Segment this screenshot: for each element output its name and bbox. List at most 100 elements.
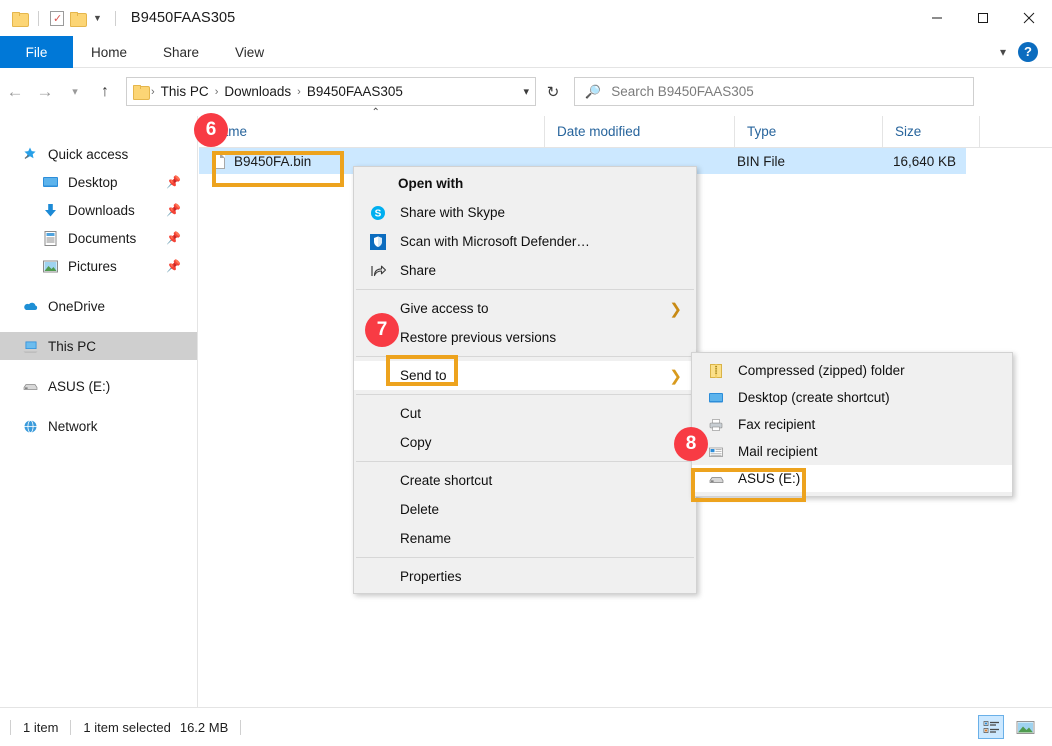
- file-name: B9450FA.bin: [234, 153, 312, 169]
- menu-item-label: Scan with Microsoft Defender…: [400, 234, 590, 249]
- details-view-button[interactable]: [978, 715, 1004, 739]
- menu-item-send-to[interactable]: Send to ❯: [354, 361, 696, 390]
- breadcrumb-item-this-pc[interactable]: This PC: [158, 84, 212, 99]
- quick-access-toolbar: ✓ ▼: [0, 10, 121, 27]
- sidebar-item-label: Desktop: [68, 174, 118, 190]
- menu-item-copy[interactable]: Copy: [354, 428, 696, 457]
- status-bar: 1 item 1 item selected 16.2 MB: [0, 707, 1052, 746]
- submenu-item-fax-recipient[interactable]: Fax recipient: [692, 411, 1012, 438]
- tab-file[interactable]: File: [0, 36, 73, 68]
- breadcrumb-separator: ›: [297, 85, 301, 98]
- zip-folder-icon: [706, 363, 726, 379]
- submenu-item-label: Mail recipient: [738, 444, 818, 459]
- folder-icon[interactable]: [70, 11, 87, 27]
- sidebar-item-network[interactable]: Network: [0, 412, 197, 440]
- pin-icon[interactable]: 📌: [166, 175, 181, 189]
- submenu-item-mail-recipient[interactable]: Mail recipient: [692, 438, 1012, 465]
- minimize-button[interactable]: [914, 0, 960, 36]
- refresh-button[interactable]: ↻: [538, 83, 568, 101]
- submenu-item-label: Desktop (create shortcut): [738, 390, 890, 405]
- maximize-button[interactable]: [960, 0, 1006, 36]
- divider: [70, 719, 72, 735]
- breadcrumb-item-downloads[interactable]: Downloads: [221, 84, 294, 99]
- forward-button[interactable]: →: [30, 82, 60, 102]
- menu-item-delete[interactable]: Delete: [354, 495, 696, 524]
- menu-item-label: Send to: [400, 368, 447, 383]
- pin-icon[interactable]: 📌: [166, 231, 181, 245]
- search-input[interactable]: 🔍 Search B9450FAAS305: [574, 77, 974, 106]
- folder-icon: [12, 11, 29, 27]
- sidebar-item-downloads[interactable]: Downloads 📌: [0, 196, 197, 224]
- sidebar-item-this-pc[interactable]: This PC: [0, 332, 197, 360]
- column-header-date-modified[interactable]: Date modified: [544, 115, 734, 148]
- sort-ascending-icon: ⌃: [371, 106, 380, 118]
- breadcrumb[interactable]: › This PC › Downloads › B9450FAAS305 ▾: [126, 77, 536, 106]
- chevron-down-icon[interactable]: ▾: [1000, 45, 1006, 59]
- tab-share[interactable]: Share: [145, 36, 217, 68]
- submenu-item-label: Compressed (zipped) folder: [738, 363, 905, 378]
- sidebar-item-quick-access[interactable]: Quick access: [0, 140, 197, 168]
- pin-icon[interactable]: 📌: [166, 259, 181, 273]
- submenu-item-label: Fax recipient: [738, 417, 816, 432]
- column-header-name[interactable]: ⌃ Name: [199, 107, 544, 148]
- column-header-size[interactable]: Size: [882, 115, 979, 148]
- chevron-right-icon: ❯: [669, 367, 682, 385]
- menu-separator: [356, 356, 694, 357]
- skype-icon: S: [368, 205, 388, 221]
- menu-item-share-with-skype[interactable]: S Share with Skype: [354, 198, 696, 227]
- large-icons-view-button[interactable]: [1012, 715, 1038, 739]
- step-badge-7: 7: [365, 313, 399, 347]
- navigation-pane: Quick access Desktop 📌 Downloads 📌 Docum…: [0, 116, 198, 707]
- menu-item-scan-with-defender[interactable]: Scan with Microsoft Defender…: [354, 227, 696, 256]
- sidebar-item-label: Downloads: [68, 202, 135, 218]
- submenu-item-desktop-shortcut[interactable]: Desktop (create shortcut): [692, 384, 1012, 411]
- recent-locations-button[interactable]: ▾: [60, 85, 90, 98]
- menu-item-restore-previous-versions[interactable]: Restore previous versions: [354, 323, 696, 352]
- menu-separator: [356, 289, 694, 290]
- window-controls: [914, 0, 1052, 36]
- fax-icon: [706, 417, 726, 433]
- caret-down-icon[interactable]: ▼: [93, 13, 102, 23]
- sidebar-item-asus-e[interactable]: ASUS (E:): [0, 372, 197, 400]
- submenu-item-asus-e[interactable]: ASUS (E:): [692, 465, 1012, 492]
- sidebar-item-desktop[interactable]: Desktop 📌: [0, 168, 197, 196]
- divider: [10, 719, 11, 735]
- sidebar-item-documents[interactable]: Documents 📌: [0, 224, 197, 252]
- chevron-right-icon: ❯: [669, 300, 682, 318]
- send-to-submenu: Compressed (zipped) folder Desktop (crea…: [691, 352, 1013, 497]
- search-placeholder: Search B9450FAAS305: [611, 84, 754, 99]
- sidebar-item-pictures[interactable]: Pictures 📌: [0, 252, 197, 280]
- file-icon: [212, 153, 225, 169]
- menu-item-label: Share: [400, 263, 437, 278]
- status-selection: 1 item selected: [83, 719, 171, 735]
- divider: [240, 719, 242, 735]
- menu-item-share[interactable]: Share: [354, 256, 696, 285]
- menu-item-give-access-to[interactable]: Give access to ❯: [354, 294, 696, 323]
- pin-icon[interactable]: 📌: [166, 203, 181, 217]
- close-button[interactable]: [1006, 0, 1052, 36]
- chevron-down-icon[interactable]: ▾: [523, 85, 529, 98]
- column-header-type[interactable]: Type: [734, 115, 882, 148]
- help-icon[interactable]: ?: [1018, 41, 1038, 62]
- share-arrow-icon: [368, 263, 388, 279]
- menu-item-rename[interactable]: Rename: [354, 524, 696, 553]
- search-icon: 🔍: [585, 83, 602, 99]
- menu-item-properties[interactable]: Properties: [354, 562, 696, 591]
- menu-item-label: Cut: [400, 406, 422, 421]
- menu-item-create-shortcut[interactable]: Create shortcut: [354, 466, 696, 495]
- up-button[interactable]: ↑: [90, 83, 120, 101]
- column-label: Date modified: [557, 124, 641, 139]
- menu-item-cut[interactable]: Cut: [354, 399, 696, 428]
- submenu-item-compressed-folder[interactable]: Compressed (zipped) folder: [692, 357, 1012, 384]
- tab-view[interactable]: View: [217, 36, 282, 68]
- checkbox-icon[interactable]: ✓: [50, 10, 64, 26]
- menu-item-open-with[interactable]: Open with: [354, 169, 696, 198]
- breadcrumb-item-current[interactable]: B9450FAAS305: [304, 84, 406, 99]
- ribbon-right-controls: ▾ ?: [1000, 36, 1052, 67]
- sidebar-item-onedrive[interactable]: OneDrive: [0, 292, 197, 320]
- back-button[interactable]: ←: [0, 82, 30, 102]
- tab-home[interactable]: Home: [73, 36, 145, 68]
- network-icon: [22, 418, 39, 435]
